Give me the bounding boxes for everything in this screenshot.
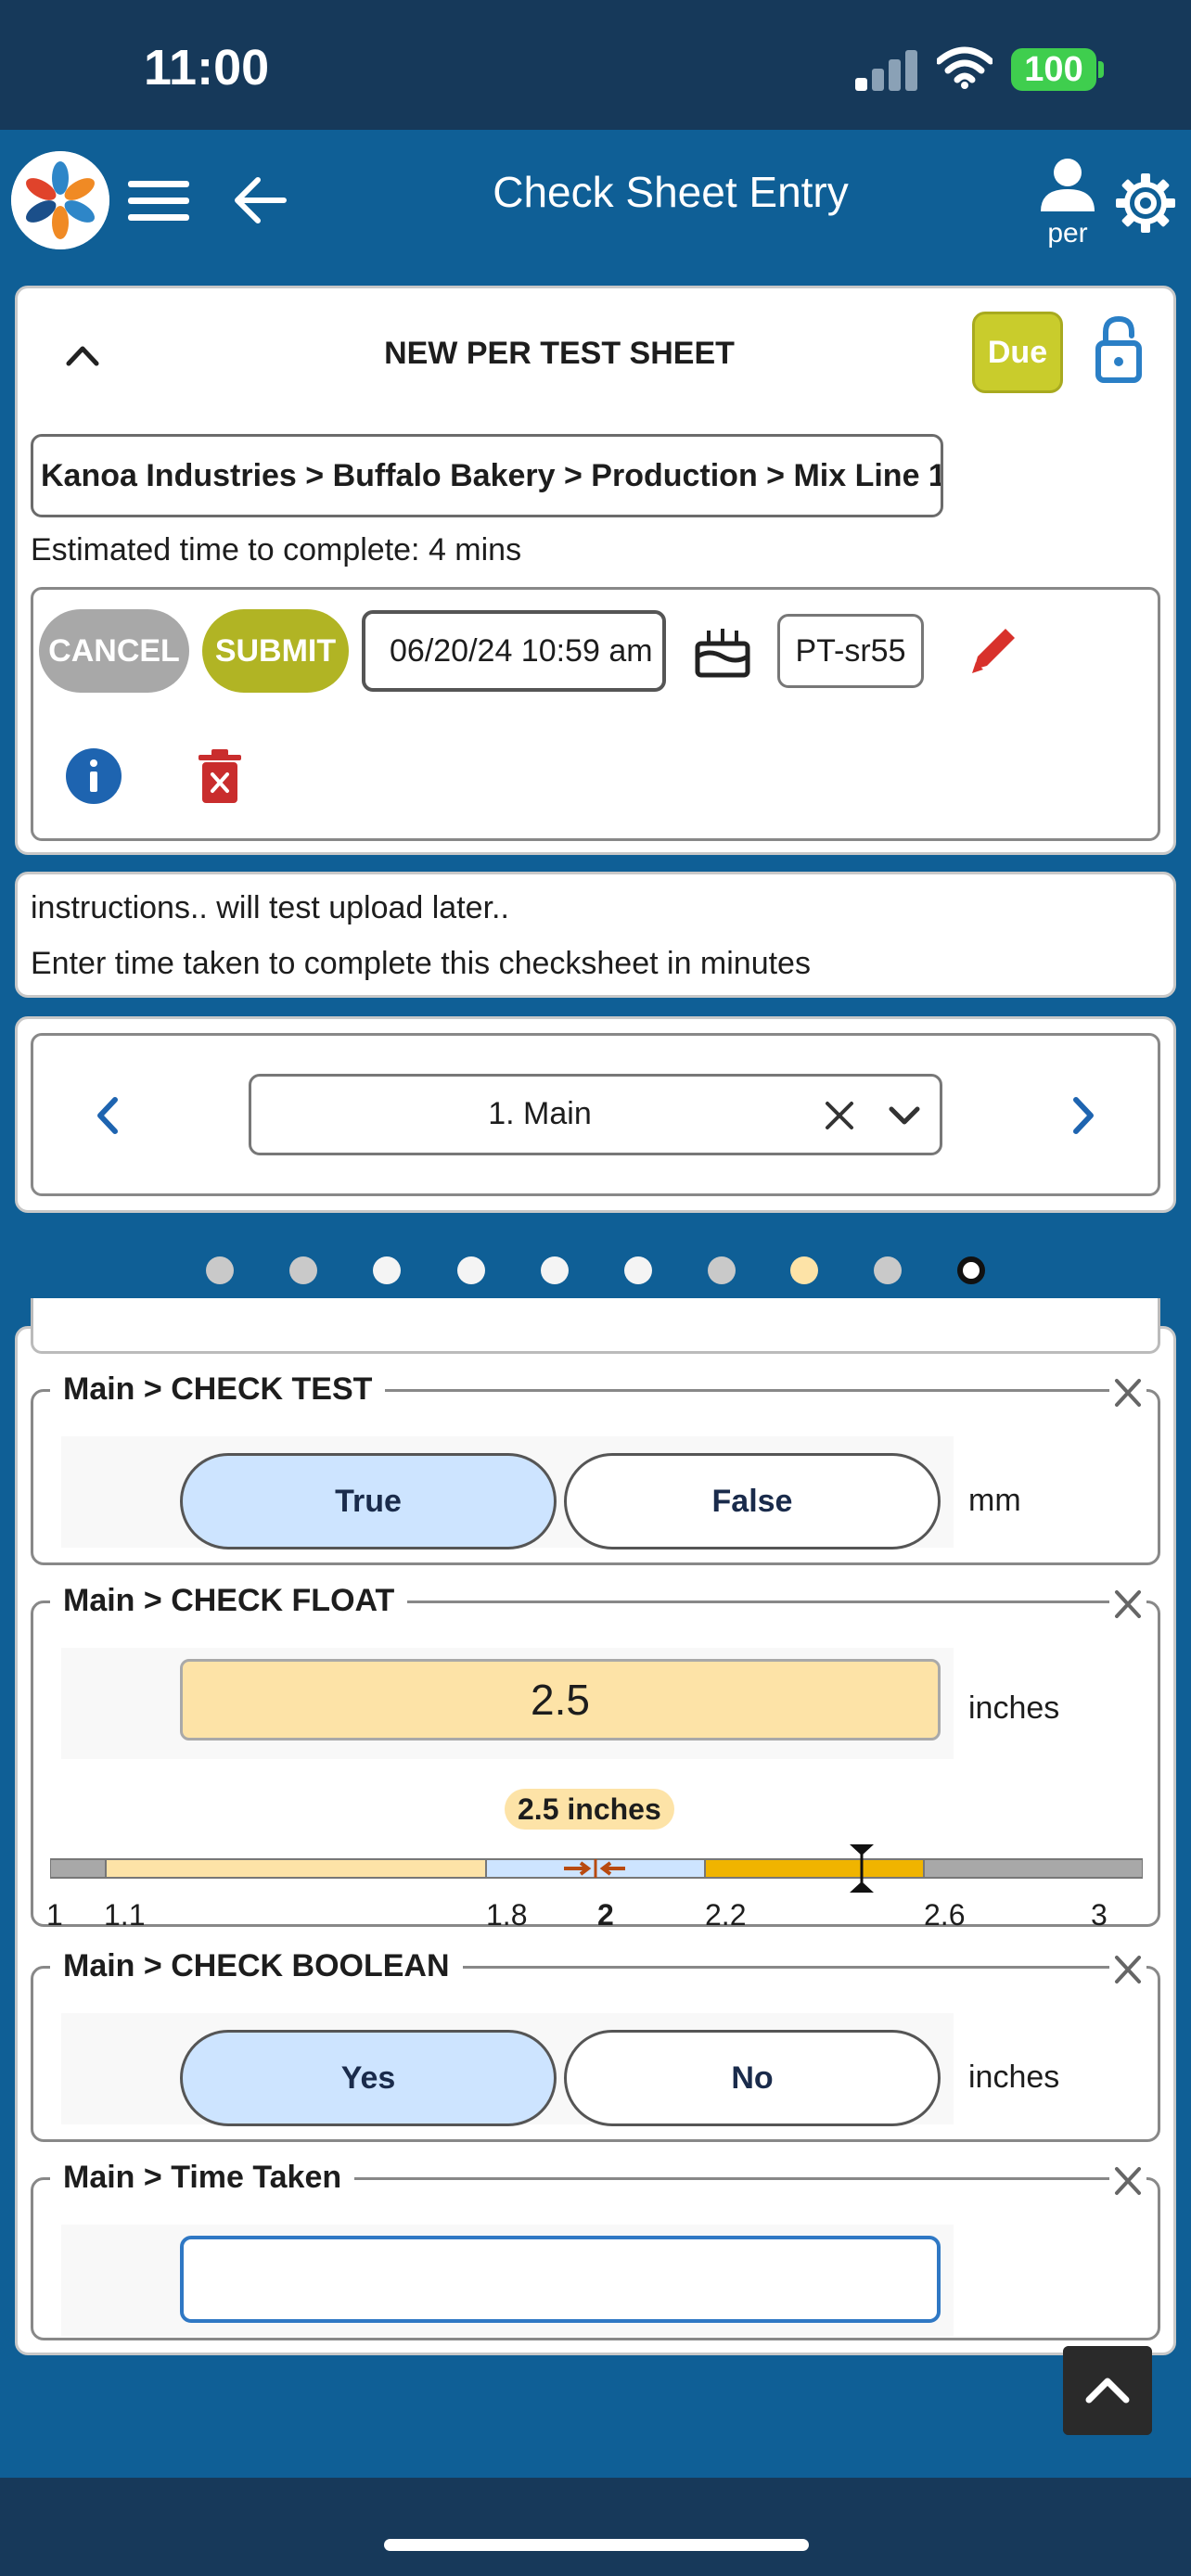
- gauge-tick-label: 1.1: [104, 1898, 146, 1932]
- field-check-test: Main > CHECK TEST True False mm: [31, 1371, 1160, 1565]
- gauge-tick-label: 3: [1091, 1898, 1108, 1932]
- close-icon[interactable]: [1109, 1377, 1146, 1409]
- field-check-boolean: Main > CHECK BOOLEAN Yes No inches: [31, 1948, 1160, 2142]
- cancel-button[interactable]: CANCEL: [39, 609, 189, 693]
- previous-field-edge: [31, 1298, 1160, 1354]
- cellular-signal-icon: [855, 48, 918, 91]
- no-option-button[interactable]: No: [564, 2030, 941, 2126]
- gauge-tick-label: 1: [46, 1898, 63, 1932]
- false-option-button[interactable]: False: [564, 1453, 941, 1549]
- scroll-to-top-button[interactable]: [1063, 2346, 1152, 2435]
- page-title: Check Sheet Entry: [493, 168, 849, 216]
- section-select-value: 1. Main: [488, 1096, 592, 1131]
- float-value-input[interactable]: 2.5: [180, 1659, 941, 1741]
- submit-button[interactable]: SUBMIT: [202, 609, 349, 693]
- battery-indicator: 100: [1011, 48, 1096, 91]
- unit-label: inches: [968, 1690, 1060, 1726]
- page-dot[interactable]: [541, 1256, 569, 1284]
- instructions-line: Enter time taken to complete this checks…: [31, 946, 811, 981]
- tolerance-gauge: [50, 1844, 1143, 1893]
- close-icon[interactable]: [1109, 1588, 1146, 1620]
- true-option-button[interactable]: True: [180, 1453, 557, 1549]
- page-dot[interactable]: [206, 1256, 234, 1284]
- sheet-id-field[interactable]: PT-sr55: [777, 614, 924, 688]
- status-time: 11:00: [144, 40, 270, 96]
- hamburger-menu-icon[interactable]: [128, 181, 189, 222]
- instructions-line: instructions.. will test upload later..: [31, 890, 509, 925]
- date-time-input[interactable]: 06/20/24 10:59 am: [362, 610, 666, 692]
- field-title: Main > CHECK FLOAT: [50, 1583, 408, 1619]
- location-breadcrumb: Kanoa Industries > Buffalo Bakery > Prod…: [31, 434, 943, 517]
- home-indicator[interactable]: [384, 2539, 809, 2551]
- page-dot[interactable]: [790, 1256, 818, 1284]
- page-dot[interactable]: [289, 1256, 317, 1284]
- user-label: per: [1047, 218, 1088, 249]
- field-title: Main > CHECK TEST: [50, 1371, 386, 1408]
- app-logo-icon[interactable]: [11, 151, 109, 249]
- estimated-time-text: Estimated time to complete: 4 mins: [31, 532, 522, 567]
- unlock-icon[interactable]: [1095, 315, 1143, 384]
- pencil-icon[interactable]: [965, 621, 1022, 679]
- page-dot[interactable]: [457, 1256, 485, 1284]
- bottom-bar: [0, 2478, 1191, 2576]
- unit-label: mm: [968, 1483, 1021, 1518]
- back-arrow-icon[interactable]: [232, 174, 288, 226]
- page-dot[interactable]: [373, 1256, 401, 1284]
- wifi-icon: [937, 46, 992, 89]
- field-time-taken: Main > Time Taken: [31, 2160, 1160, 2340]
- close-icon[interactable]: [1109, 1954, 1146, 1985]
- unit-label: inches: [968, 2060, 1060, 2095]
- chevron-right-icon[interactable]: [1065, 1092, 1102, 1139]
- field-check-float: Main > CHECK FLOAT 2.5 inches 2.5 inches…: [31, 1583, 1160, 1932]
- birthday-cake-icon[interactable]: [694, 621, 751, 679]
- gauge-tick-label: 1.8: [486, 1898, 528, 1932]
- chevron-down-icon[interactable]: [886, 1102, 923, 1129]
- info-icon[interactable]: [65, 747, 122, 805]
- field-title: Main > CHECK BOOLEAN: [50, 1948, 463, 1984]
- gauge-tick-label: 2.6: [924, 1898, 966, 1932]
- battery-tip: [1098, 61, 1104, 78]
- page-dot-active[interactable]: [957, 1256, 985, 1284]
- page-dot[interactable]: [624, 1256, 652, 1284]
- gauge-value-label: 2.5 inches: [505, 1789, 674, 1830]
- gauge-tick-label: 2.2: [705, 1898, 747, 1932]
- chevron-up-icon[interactable]: [58, 336, 108, 373]
- due-status-button[interactable]: Due: [972, 312, 1063, 393]
- close-icon[interactable]: [1109, 2165, 1146, 2197]
- yes-option-button[interactable]: Yes: [180, 2030, 557, 2126]
- page-dot[interactable]: [708, 1256, 736, 1284]
- field-title: Main > Time Taken: [50, 2160, 355, 2196]
- page-dot[interactable]: [874, 1256, 902, 1284]
- time-taken-input[interactable]: [180, 2236, 941, 2323]
- user-icon[interactable]: [1035, 158, 1100, 211]
- chevron-left-icon[interactable]: [89, 1092, 126, 1139]
- gear-icon[interactable]: [1113, 171, 1178, 236]
- sheet-title: NEW PER TEST SHEET: [384, 336, 735, 371]
- delete-trash-icon[interactable]: [197, 749, 243, 805]
- clear-icon[interactable]: [824, 1100, 855, 1131]
- gauge-tick-label: 2: [597, 1898, 614, 1932]
